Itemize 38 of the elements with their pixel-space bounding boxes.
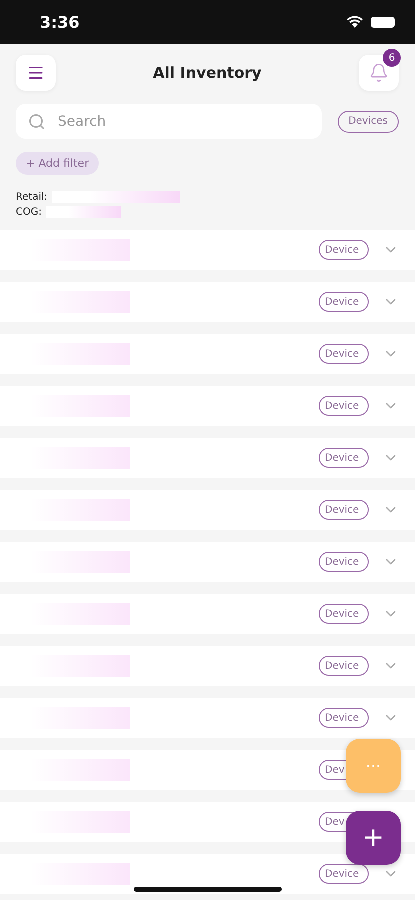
device-tag: Device xyxy=(319,240,369,260)
inventory-row[interactable]: Device xyxy=(0,438,415,478)
device-tag: Device xyxy=(319,448,369,468)
search-icon xyxy=(28,112,46,130)
total-label: Retail: xyxy=(16,192,48,202)
inventory-row[interactable]: Device xyxy=(0,386,415,426)
wifi-icon xyxy=(347,16,363,28)
device-tag: Device xyxy=(319,708,369,728)
search-input[interactable]: Search xyxy=(56,112,310,130)
menu-button[interactable] xyxy=(16,55,56,91)
inventory-row[interactable]: Device xyxy=(0,490,415,530)
devices-filter-button[interactable]: Devices xyxy=(338,110,399,132)
add-button[interactable]: + xyxy=(346,811,401,865)
inventory-row[interactable]: Device xyxy=(0,854,415,894)
inventory-row[interactable]: Device xyxy=(0,698,415,738)
inventory-row[interactable]: Device xyxy=(0,334,415,374)
device-tag: Device xyxy=(319,656,369,676)
notifications-button[interactable] xyxy=(359,55,399,91)
inventory-row[interactable]: Device xyxy=(0,542,415,582)
menu-icon xyxy=(27,64,45,82)
device-tag: Device xyxy=(319,344,369,364)
inventory-row[interactable]: Device xyxy=(0,646,415,686)
search-field[interactable]: Search xyxy=(16,104,322,139)
inventory-row[interactable]: Device xyxy=(0,230,415,270)
inventory-row[interactable]: Device xyxy=(0,594,415,634)
add-filter-button[interactable]: + Add filter xyxy=(16,152,100,175)
device-tag: Device xyxy=(319,552,369,572)
notification-badge: 6 xyxy=(383,49,401,67)
battery-icon xyxy=(371,16,395,28)
device-tag: Device xyxy=(319,396,369,416)
status-time: 3:36 xyxy=(40,12,80,32)
device-tag: Device xyxy=(319,604,369,624)
inventory-row[interactable]: Device xyxy=(0,282,415,322)
device-tag: Device xyxy=(319,292,369,312)
total-label: COG: xyxy=(16,206,42,218)
device-tag: Device xyxy=(319,500,369,520)
bell-icon xyxy=(369,63,389,83)
page-title: All Inventory xyxy=(153,64,262,82)
